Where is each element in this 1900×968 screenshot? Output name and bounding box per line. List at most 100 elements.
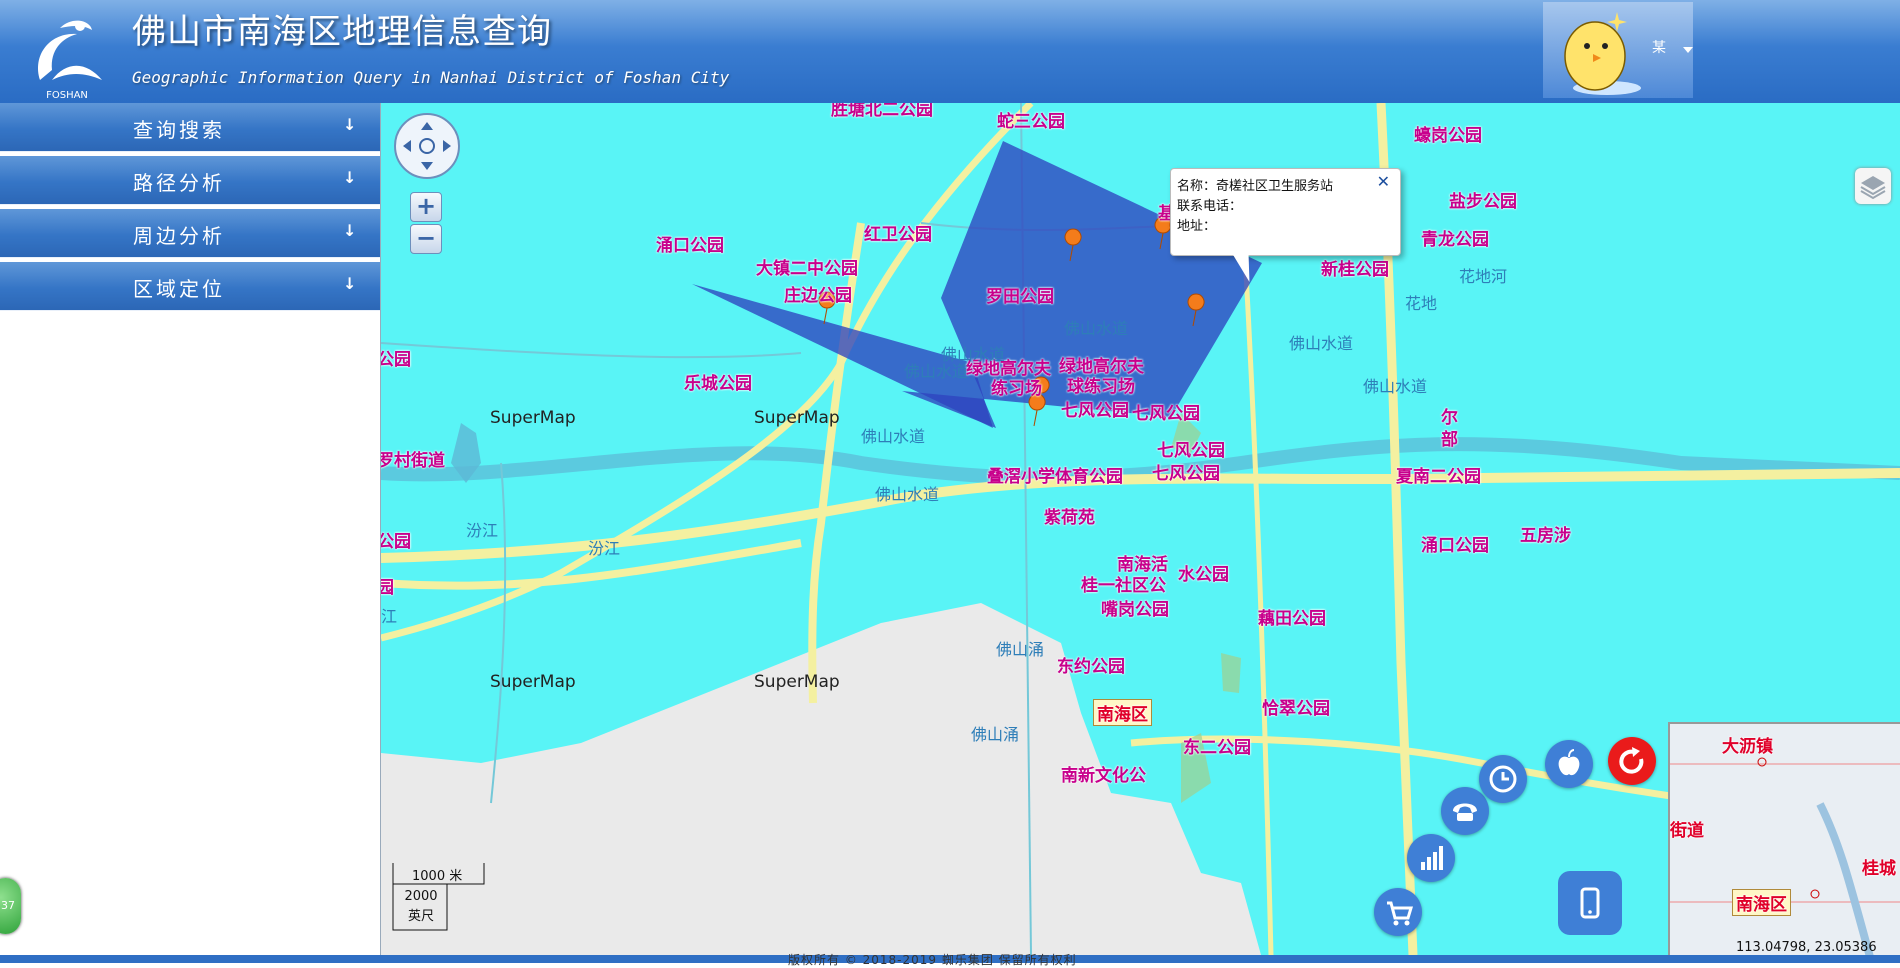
map-label: 部 [1441,430,1458,450]
map-label: 公园 [381,532,411,552]
map-label: 盐步公园 [1449,192,1517,212]
overview-label: 街道 [1670,821,1704,841]
map-label: 恰翠公园 [1262,699,1330,719]
arrow-down-icon: ↓ [343,274,357,293]
road-label: 花地河 [1459,267,1508,286]
map-label: 公园 [381,350,411,370]
road-label: 佛山水道 [1363,377,1428,396]
floating-badge[interactable]: 37 [0,878,21,934]
cart-button[interactable] [1374,888,1422,936]
road-label: 佛山水道 [1289,334,1354,353]
map-label: 罗田公园 [986,287,1054,307]
overview-label: 大沥镇 [1722,737,1773,757]
clock-button[interactable] [1479,755,1527,803]
map-label: 七风公园 [1061,401,1129,421]
mobile-button[interactable] [1558,871,1622,935]
road-label: 佛山涌 [996,640,1045,659]
coordinate-readout: 113.04798, 23.05386 [1736,940,1877,955]
map-label: 球练习场 [1067,377,1135,397]
sidebar-item-label: 周边分析 [133,224,225,248]
popup-name: 名称：奇槎社区卫生服务站 [1177,179,1334,194]
map-label: 园 [381,578,394,598]
road-label: 花地 [1405,294,1438,313]
map-label: 青龙公园 [1421,230,1489,250]
zoom-in-button[interactable]: + [410,192,442,222]
map-label: 乐城公园 [684,374,752,394]
road-label: 江 [381,607,398,626]
arrow-down-icon: ↓ [343,168,357,187]
road-label: 佛山水道 [904,362,969,381]
map-label: 嘴岗公园 [1101,600,1169,620]
road-label: 汾江 [588,539,621,558]
info-popup: 名称：奇槎社区卫生服务站 联系电话： 地址： ✕ [1170,168,1401,256]
map-label: 蛇三公园 [997,112,1065,132]
map-label: 水公园 [1178,565,1229,585]
sidebar-item-region-locate[interactable]: 区域定位 ↓ [0,262,380,311]
arrow-down-icon: ↓ [343,115,357,134]
pan-control[interactable] [393,112,461,180]
map-label: 南新文化公 [1061,766,1146,786]
map-label: 夏南二公园 [1396,467,1481,487]
avatar[interactable] [1555,8,1641,96]
sidebar-item-query-search[interactable]: 查询搜索 ↓ [0,103,380,152]
arrow-down-icon: ↓ [343,221,357,240]
district-label: 南海区 [1093,699,1152,726]
road-label: 汾江 [466,521,499,540]
scale-metric: 1000 米 [412,869,463,884]
sidebar: 查询搜索 ↓ 路径分析 ↓ 周边分析 ↓ 区域定位 ↓ 37 [0,103,381,955]
road-label: 佛山涌 [971,725,1020,744]
sidebar-item-label: 查询搜索 [133,118,225,142]
sidebar-item-label: 区域定位 [133,277,225,301]
map-label: 罗村街道 [381,451,445,471]
road-label: 佛山水道 [1064,319,1129,338]
map-watermark: SuperMap [490,408,576,428]
road-label: 佛山水道 [875,485,940,504]
apple-button[interactable] [1545,740,1593,788]
map-label: 七风公园 [1152,464,1220,484]
app-logo: FOSHAN [38,20,102,101]
map-label: 胜塘北二公园 [831,103,933,120]
map-watermark: SuperMap [754,408,840,428]
signal-button[interactable] [1407,834,1455,882]
logo-text: FOSHAN [46,90,88,101]
map-label: 涌口公园 [1421,536,1489,556]
map-label: 东约公园 [1057,657,1125,677]
app-header: FOSHAN 佛山市南海区地理信息查询 Geographic Informati… [0,0,1900,103]
map-label: 庄边公园 [784,286,852,306]
overview-label: 桂城 [1862,859,1896,879]
user-name[interactable]: 某 [1652,37,1666,57]
copyright-text: 版权所有 © 2018-2019 蜘乐集团 保留所有权利 [788,953,1077,967]
app-title: 佛山市南海区地理信息查询 [132,12,552,52]
overview-label: 南海区 [1732,889,1791,916]
map-label: 紫荷苑 [1044,508,1095,528]
close-icon[interactable]: ✕ [1377,172,1390,191]
map-label: 红卫公园 [864,225,932,245]
refresh-button[interactable] [1608,737,1656,785]
map-label: 七风公园 [1132,404,1200,424]
map-watermark: SuperMap [490,672,576,692]
sidebar-item-route-analysis[interactable]: 路径分析 ↓ [0,156,380,205]
map-label: 大镇二中公园 [756,259,858,279]
map-label: 五房涉 [1520,526,1571,546]
map-label: 蠔岗公园 [1414,126,1482,146]
map-label: 涌口公园 [656,236,724,256]
scale-imperial: 2000 英尺 [404,889,438,924]
app-subtitle: Geographic Information Query in Nanhai D… [132,68,730,87]
popup-phone: 联系电话： [1177,199,1243,214]
map-label: 叠滘小学体育公园 [987,467,1123,487]
map-label: 东二公园 [1183,738,1251,758]
zoom-out-button[interactable]: − [410,224,442,254]
map-watermark: SuperMap [754,672,840,692]
scale-bar: 1000 米 2000 英尺 [392,862,492,932]
road-label: 佛山水道 [861,427,926,446]
map-label: 七风公园 [1157,441,1225,461]
sidebar-item-label: 路径分析 [133,171,225,195]
sidebar-item-nearby-analysis[interactable]: 周边分析 ↓ [0,209,380,258]
popup-address: 地址： [1177,219,1217,234]
layers-icon[interactable] [1855,168,1891,204]
chevron-down-icon[interactable] [1683,47,1693,53]
map-label: 藕田公园 [1258,609,1326,629]
overview-map[interactable]: 大沥镇 街道 南海区 桂城 [1668,722,1900,959]
map-label: 新桂公园 [1321,260,1389,280]
map-label: 练习场 [991,379,1042,399]
